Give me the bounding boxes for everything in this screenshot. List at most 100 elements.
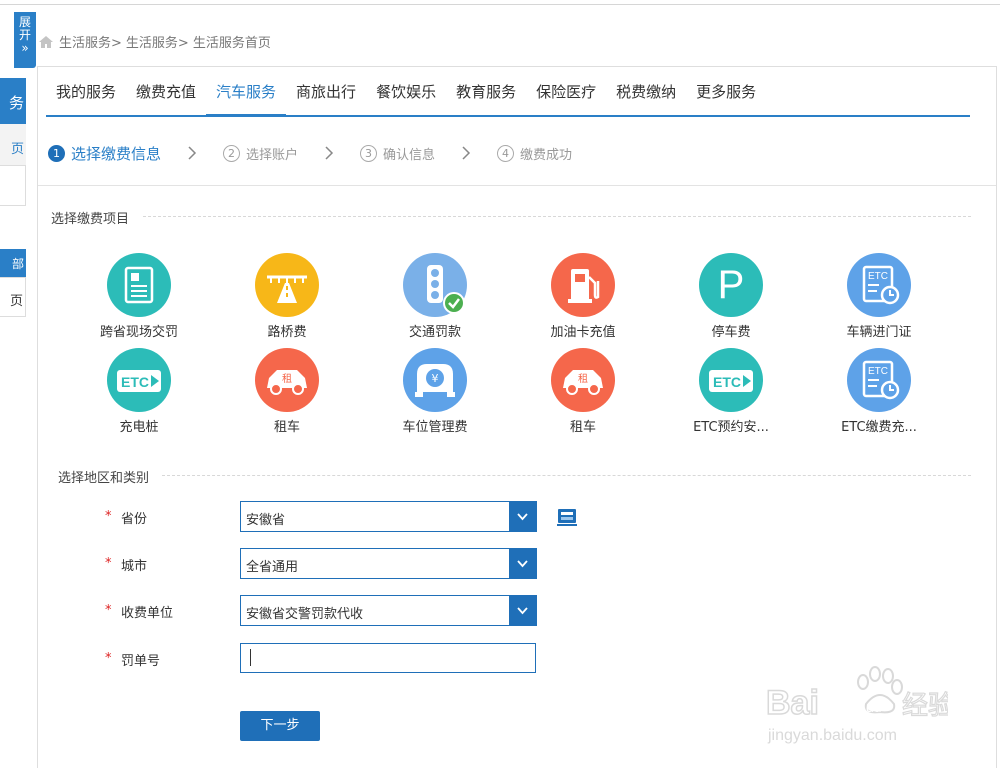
- service-cross-province-fine[interactable]: 跨省现场交罚: [74, 253, 204, 340]
- form-row-province: * 省份 安徽省: [38, 501, 998, 533]
- province-label: 省份: [121, 512, 148, 527]
- required-marker: *: [105, 556, 112, 571]
- sidebar-item-services[interactable]: 务: [0, 78, 26, 124]
- breadcrumb-item[interactable]: 生活服务>: [126, 32, 189, 51]
- step-confirm-info: 3 确认信息: [360, 144, 435, 163]
- service-charging-pile[interactable]: ETC 充电桩: [74, 348, 204, 435]
- tab-payment-recharge[interactable]: 缴费充值: [126, 67, 206, 115]
- ticket-number-label: 罚单号: [121, 654, 161, 669]
- service-label: 车辆进门证: [846, 325, 912, 340]
- watermark-url: jingyan.baidu.com: [767, 727, 897, 744]
- etc-clock-icon: ETC: [847, 348, 911, 412]
- etc-badge-text: ETC: [868, 366, 888, 377]
- chevron-down-icon[interactable]: [509, 549, 536, 578]
- service-etc-install-booking[interactable]: ETC ETC预约安...: [666, 348, 796, 435]
- home-icon[interactable]: [38, 35, 54, 49]
- service-parking-space-fee[interactable]: ¥ 车位管理费: [370, 348, 500, 435]
- etc-badge-text: ETC: [121, 374, 149, 390]
- service-traffic-fine[interactable]: 交通罚款: [370, 253, 500, 340]
- service-vehicle-entry-permit[interactable]: ETC 车辆进门证: [814, 253, 944, 340]
- rental-badge-text: 租: [578, 372, 588, 385]
- service-etc-recharge[interactable]: ETC ETC缴费充...: [814, 348, 944, 435]
- chevron-right-icon: [462, 146, 471, 160]
- city-select[interactable]: 全省通用: [240, 548, 537, 579]
- sidebar-item-blank[interactable]: [0, 166, 26, 206]
- road-bridge-icon: [255, 253, 319, 317]
- fuel-pump-icon: [551, 253, 615, 317]
- service-label: 充电桩: [119, 420, 159, 435]
- watermark-text-cn: 经验: [902, 691, 948, 721]
- sidebar-item-home[interactable]: 页: [0, 124, 26, 166]
- service-label: 租车: [569, 420, 596, 435]
- breadcrumb-item-current: 生活服务首页: [192, 36, 271, 51]
- step-label: 选择缴费信息: [71, 144, 162, 163]
- tab-tax-payment[interactable]: 税费缴纳: [606, 67, 686, 115]
- category-tabs: 我的服务 缴费充值 汽车服务 商旅出行 餐饮娱乐 教育服务 保险医疗 税费缴纳 …: [46, 67, 970, 117]
- tab-education[interactable]: 教育服务: [446, 67, 526, 115]
- province-select[interactable]: 安徽省: [240, 501, 537, 532]
- section-title-region: 选择地区和类别: [58, 471, 150, 486]
- sidebar-item-page[interactable]: 页: [0, 277, 26, 317]
- watermark-text-bai: Bai: [766, 684, 819, 722]
- service-car-rental[interactable]: 租 租车: [222, 348, 352, 435]
- etc-badge-text: ETC: [868, 271, 888, 282]
- sidebar-item-section[interactable]: 部: [0, 249, 26, 277]
- parking-glyph: P: [718, 263, 745, 307]
- service-label: 加油卡充值: [550, 325, 616, 340]
- etc-badge-text: ETC: [713, 374, 741, 390]
- step-select-info: 1 选择缴费信息: [48, 143, 161, 164]
- watermark-text-du: du: [866, 699, 882, 715]
- service-fuel-card-recharge[interactable]: 加油卡充值: [518, 253, 648, 340]
- top-border: [0, 4, 1000, 5]
- tab-insurance-medical[interactable]: 保险医疗: [526, 67, 606, 115]
- tab-business-travel[interactable]: 商旅出行: [286, 67, 366, 115]
- city-value: 全省通用: [246, 560, 299, 575]
- etc-card-icon: ETC: [107, 348, 171, 412]
- breadcrumb: 生活服务> 生活服务> 生活服务首页: [38, 32, 275, 51]
- sidebar-item-label: 页: [10, 142, 24, 157]
- rental-badge-text: 租: [282, 372, 292, 385]
- tab-car-services[interactable]: 汽车服务: [206, 67, 287, 117]
- divider: [38, 185, 996, 186]
- required-marker: *: [105, 651, 112, 666]
- service-label: 路桥费: [267, 325, 307, 340]
- section-divider: [143, 216, 971, 217]
- service-parking-fee[interactable]: P 停车费: [666, 253, 796, 340]
- toll-unit-value: 安徽省交警罚款代收: [246, 607, 364, 622]
- toll-unit-select[interactable]: 安徽省交警罚款代收: [240, 595, 537, 626]
- step-number: 3: [360, 144, 378, 162]
- rental-car-icon: 租: [255, 348, 319, 412]
- chevron-down-icon[interactable]: [509, 596, 536, 625]
- step-number: 1: [48, 144, 65, 162]
- car-yuan-icon: ¥: [403, 348, 467, 412]
- section-title-items: 选择缴费项目: [51, 212, 130, 227]
- expand-sidebar-button[interactable]: 展 开 »: [14, 12, 36, 68]
- ticket-number-input[interactable]: [240, 643, 536, 673]
- card-reader-icon[interactable]: [554, 503, 580, 529]
- required-marker: *: [105, 509, 112, 524]
- breadcrumb-item[interactable]: 生活服务>: [59, 32, 122, 51]
- sidebar-item-label: 务: [8, 94, 24, 112]
- service-label: 租车: [273, 420, 300, 435]
- next-step-button[interactable]: 下一步: [240, 711, 320, 741]
- service-label: ETC预约安...: [693, 420, 769, 435]
- step-payment-success: 4 缴费成功: [497, 144, 572, 163]
- tab-my-services[interactable]: 我的服务: [46, 67, 126, 115]
- service-label: 跨省现场交罚: [99, 325, 178, 340]
- step-select-account: 2 选择账户: [223, 144, 298, 163]
- chevron-right-icon: [325, 146, 334, 160]
- tab-more-services[interactable]: 更多服务: [686, 67, 766, 115]
- baidu-jingyan-watermark: Bai du 经验 jingyan.baidu.com: [765, 666, 948, 744]
- tab-dining-entertainment[interactable]: 餐饮娱乐: [366, 67, 446, 115]
- service-road-bridge-fee[interactable]: 路桥费: [222, 253, 352, 340]
- sidebar-item-label: 页: [9, 294, 23, 309]
- required-marker: *: [105, 603, 112, 618]
- parking-icon: P: [699, 253, 763, 317]
- progress-steps: 1 选择缴费信息 2 选择账户 3 确认信息 4 缴费成功: [48, 141, 572, 165]
- service-car-rental-2[interactable]: 租 租车: [518, 348, 648, 435]
- chevron-down-icon[interactable]: [509, 502, 536, 531]
- etc-clock-icon: ETC: [847, 253, 911, 317]
- document-icon: [107, 253, 171, 317]
- traffic-light-icon: [403, 253, 467, 317]
- yuan-badge-text: ¥: [432, 372, 439, 385]
